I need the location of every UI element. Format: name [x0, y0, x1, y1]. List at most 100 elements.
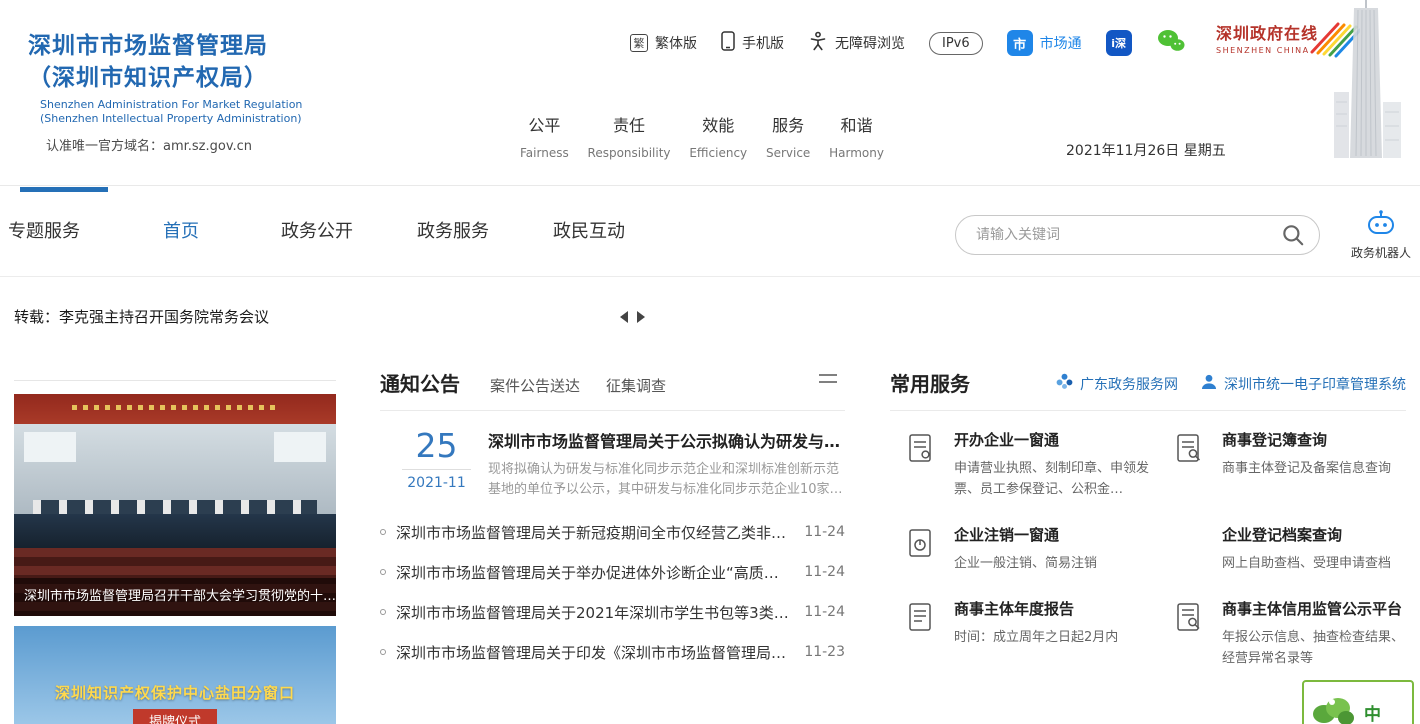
accessibility-link[interactable]: 无障碍浏览: [808, 31, 905, 55]
value-responsibility: 责任Responsibility: [588, 112, 671, 160]
service-deregister[interactable]: 企业注销一窗通 企业一般注销、简易注销: [904, 524, 1166, 574]
services-title: 常用服务: [890, 368, 970, 397]
service-desc: 申请营业执照、刻制印章、申领发票、员工参保登记、公积金…: [954, 458, 1166, 500]
notice-item-title: 深圳市市场监督管理局关于新冠疫期间全市仅经营乙类非…: [396, 522, 790, 543]
notice-item-date: 11-23: [804, 644, 845, 660]
ipcenter-banner-subtitle: 揭牌仪式: [133, 709, 217, 724]
gov-robot-button[interactable]: 政务机器人: [1346, 209, 1416, 261]
service-registry-query[interactable]: 商事登记簿查询 商事主体登记及备案信息查询: [1172, 429, 1406, 500]
bullet-icon: [380, 529, 386, 535]
nav-item-home[interactable]: 首页: [137, 187, 225, 277]
notices-title[interactable]: 通知公告: [380, 368, 460, 397]
nav-item-gov-services[interactable]: 政务服务: [409, 187, 497, 277]
value-service: 服务Service: [766, 112, 810, 160]
service-desc: 企业一般注销、简易注销: [954, 553, 1097, 574]
ishenzhen-app-icon[interactable]: i深: [1106, 30, 1132, 56]
featured-title[interactable]: 深圳市市场监督管理局关于公示拟确认为研发与标…: [488, 428, 845, 452]
service-desc: 年报公示信息、抽查检查结果、经营异常名录等: [1222, 627, 1406, 669]
page: 深圳市市场监督管理局 （深圳市知识产权局） Shenzhen Administr…: [0, 0, 1420, 724]
featured-month: 2021-11: [400, 475, 473, 491]
notices-header: 通知公告 案件公告送达 征集调查: [380, 368, 845, 411]
power-doc-icon: [904, 524, 940, 574]
featured-notice[interactable]: 25 2021-11 深圳市市场监督管理局关于公示拟确认为研发与标… 现将拟确认…: [380, 411, 845, 500]
service-credit-platform[interactable]: 商事主体信用监管公示平台 年报公示信息、抽查检查结果、经营异常名录等: [1172, 598, 1406, 669]
market-app-link[interactable]: 市 市场通: [1007, 30, 1082, 56]
leaves-icon: [1312, 692, 1354, 724]
official-domain-note: 认准唯一官方域名：amr.sz.gov.cn: [28, 135, 302, 154]
service-desc: 时间：成立周年之日起2月内: [954, 627, 1118, 648]
notice-item-date: 11-24: [804, 524, 845, 540]
green-corner-widget[interactable]: 中: [1302, 680, 1414, 724]
more-icon[interactable]: [819, 374, 837, 388]
bullet-icon: [380, 649, 386, 655]
eseal-system-link[interactable]: 深圳市统一电子印章管理系统: [1200, 373, 1406, 395]
services-external-links: 广东政务服务网 深圳市统一电子印章管理系统: [1055, 372, 1406, 395]
nav-item-special-topics[interactable]: 专题服务: [0, 187, 88, 277]
photo-carousel: 深圳市市场监督管理局召开干部大会学习贯彻党的十… 深圳知识产权保护中心盐田分窗口…: [14, 380, 336, 724]
tab-surveys[interactable]: 征集调查: [606, 375, 666, 396]
site-logo[interactable]: 深圳市市场监督管理局 （深圳市知识产权局） Shenzhen Administr…: [28, 30, 302, 154]
license-icon: [904, 429, 940, 500]
services-header: 常用服务 广东政务服务网 深圳市统一电子印章管理系统: [890, 368, 1406, 411]
flower-icon: [1055, 372, 1074, 395]
search-input[interactable]: [955, 215, 1320, 255]
service-title: 开办企业一窗通: [954, 429, 1166, 450]
featured-day: 25: [400, 428, 473, 464]
notice-item[interactable]: 深圳市市场监督管理局关于新冠疫期间全市仅经营乙类非… 11-24: [380, 512, 845, 552]
mobile-version-link[interactable]: 手机版: [721, 31, 784, 55]
service-desc: 网上自助查档、受理申请查档: [1222, 553, 1391, 574]
wechat-icon[interactable]: [1156, 28, 1186, 58]
service-archive-query[interactable]: 企业登记档案查询 网上自助查档、受理申请查档: [1172, 524, 1406, 574]
site-header: 深圳市市场监督管理局 （深圳市知识产权局） Shenzhen Administr…: [0, 0, 1420, 186]
utility-bar: 繁 繁体版 手机版 无障碍浏览 IPv6 市 市场通 i深: [630, 28, 1186, 58]
search-icon[interactable]: [1280, 222, 1306, 252]
eseal-system-label: 深圳市统一电子印章管理系统: [1224, 374, 1406, 394]
ticker-headline-link[interactable]: 李克强主持召开国务院常务会议: [59, 306, 269, 327]
featured-summary: 现将拟确认为研发与标准化同步示范企业和深圳标准创新示范基地的单位予以公示，其中研…: [488, 460, 845, 500]
service-annual-report[interactable]: 商事主体年度报告 时间：成立周年之日起2月内: [904, 598, 1166, 669]
archive-icon-placeholder: [1172, 524, 1208, 574]
notice-item-date: 11-24: [804, 604, 845, 620]
value-efficiency: 效能Efficiency: [689, 112, 747, 160]
ipv6-badge[interactable]: IPv6: [929, 32, 983, 55]
service-open-business[interactable]: 开办企业一窗通 申请营业执照、刻制印章、申领发票、员工参保登记、公积金…: [904, 429, 1166, 500]
site-search: [955, 215, 1320, 255]
news-ticker: 转载： 李克强主持召开国务院常务会议: [14, 306, 269, 327]
service-title: 企业登记档案查询: [1222, 524, 1391, 545]
next-arrow-icon[interactable]: [637, 311, 645, 323]
nav-item-interaction[interactable]: 政民互动: [545, 187, 633, 277]
traditional-version-link[interactable]: 繁 繁体版: [630, 33, 697, 53]
notice-item-date: 11-24: [804, 564, 845, 580]
current-date: 2021年11月26日 星期五: [1066, 140, 1226, 160]
carousel-slide-meeting[interactable]: 深圳市市场监督管理局召开干部大会学习贯彻党的十…: [14, 394, 336, 616]
featured-date: 25 2021-11: [400, 428, 473, 500]
featured-body: 深圳市市场监督管理局关于公示拟确认为研发与标… 现将拟确认为研发与标准化同步示范…: [488, 428, 845, 500]
service-title: 商事登记簿查询: [1222, 429, 1391, 450]
notice-item-title: 深圳市市场监督管理局关于2021年深圳市学生书包等3类产…: [396, 602, 790, 623]
notice-list: 深圳市市场监督管理局关于新冠疫期间全市仅经营乙类非… 11-24 深圳市市场监督…: [380, 512, 845, 672]
service-title: 商事主体信用监管公示平台: [1222, 598, 1406, 619]
traditional-icon: 繁: [630, 34, 648, 52]
notices-tabs: 案件公告送达 征集调查: [490, 375, 666, 396]
notice-item-title: 深圳市市场监督管理局关于印发《深圳市市场监督管理局商…: [396, 642, 790, 663]
carousel-caption[interactable]: 深圳市市场监督管理局召开干部大会学习贯彻党的十…: [14, 578, 336, 616]
guangdong-gov-label: 广东政务服务网: [1080, 374, 1178, 394]
prev-arrow-icon[interactable]: [620, 311, 628, 323]
date-divider: [402, 469, 471, 470]
robot-label: 政务机器人: [1346, 244, 1416, 261]
nav-item-gov-affairs[interactable]: 政务公开: [273, 187, 361, 277]
credit-search-icon: [1172, 598, 1208, 669]
phone-icon: [721, 31, 735, 55]
notice-item[interactable]: 深圳市市场监督管理局关于印发《深圳市市场监督管理局商… 11-23: [380, 632, 845, 672]
tab-case-announcements[interactable]: 案件公告送达: [490, 375, 580, 396]
service-title: 企业注销一窗通: [954, 524, 1097, 545]
carousel-slide-ipcenter[interactable]: 深圳知识产权保护中心盐田分窗口 揭牌仪式: [14, 626, 336, 724]
doc-search-icon: [1172, 429, 1208, 500]
ipcenter-banner-title: 深圳知识产权保护中心盐田分窗口: [14, 682, 336, 703]
notice-item[interactable]: 深圳市市场监督管理局关于举办促进体外诊断企业“高质量… 11-24: [380, 552, 845, 592]
guangdong-gov-link[interactable]: 广东政务服务网: [1055, 372, 1178, 395]
ticker-prefix: 转载：: [14, 306, 59, 327]
site-title-english: Shenzhen Administration For Market Regul…: [28, 98, 302, 126]
notices-panel: 通知公告 案件公告送达 征集调查 25 2021-11 深圳市市场监督管理局关于…: [380, 368, 845, 672]
notice-item[interactable]: 深圳市市场监督管理局关于2021年深圳市学生书包等3类产… 11-24: [380, 592, 845, 632]
